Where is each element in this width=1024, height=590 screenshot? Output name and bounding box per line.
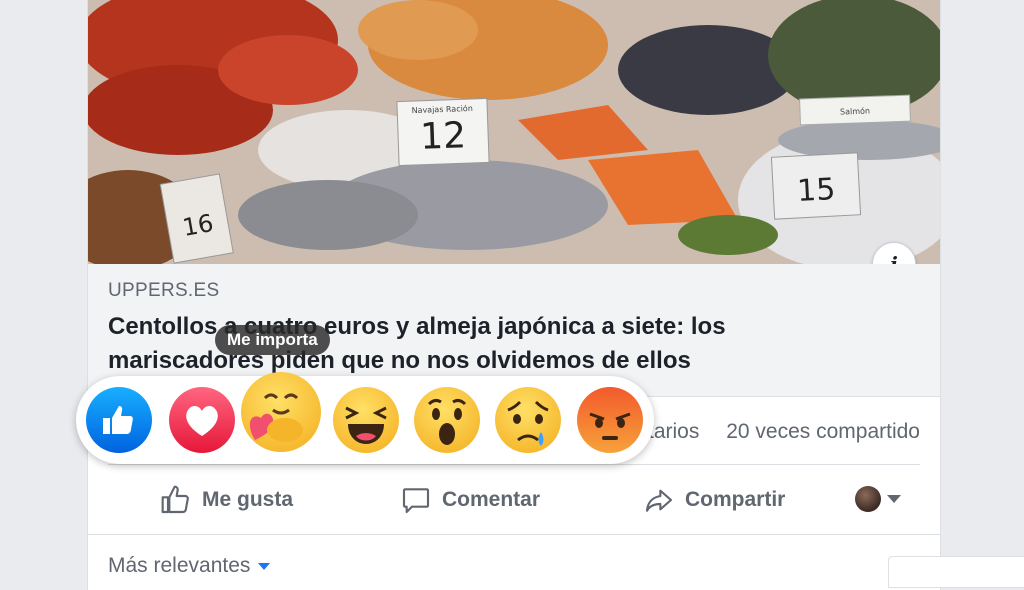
angry-reaction-icon[interactable] bbox=[576, 386, 644, 454]
link-domain: UPPERS.ES bbox=[108, 280, 220, 301]
shares-count[interactable]: 20 veces compartido bbox=[726, 420, 920, 444]
price-tag-16: 16 bbox=[180, 209, 215, 242]
chevron-down-icon bbox=[887, 495, 901, 503]
thumbs-up-icon bbox=[160, 484, 192, 516]
like-label: Me gusta bbox=[202, 488, 294, 511]
speech-bubble-icon bbox=[400, 484, 432, 516]
post-actions: Me gusta Comentar Compartir bbox=[88, 478, 940, 522]
reaction-identity-selector[interactable] bbox=[855, 486, 901, 512]
reactions-picker bbox=[76, 372, 654, 464]
reaction-tooltip: Me importa bbox=[215, 325, 330, 355]
love-reaction-icon[interactable] bbox=[168, 386, 236, 454]
seafood-market-photo: 12 Navajas Ración 15 16 Salmón bbox=[88, 0, 940, 264]
comment-sort-label: Más relevantes bbox=[108, 554, 251, 577]
care-reaction-icon[interactable] bbox=[239, 370, 323, 454]
divider bbox=[108, 464, 920, 465]
like-button[interactable]: Me gusta bbox=[160, 478, 293, 522]
post-link-image[interactable]: 12 Navajas Ración 15 16 Salmón i bbox=[88, 0, 940, 264]
caret-down-icon bbox=[258, 562, 271, 570]
avatar bbox=[855, 486, 881, 512]
side-panel-edge bbox=[888, 556, 1024, 588]
price-tag-15: 15 bbox=[796, 172, 836, 209]
price-tag-12: 12 bbox=[420, 115, 467, 158]
sad-reaction-icon[interactable] bbox=[494, 386, 562, 454]
wow-reaction-icon[interactable] bbox=[413, 386, 481, 454]
comments-count[interactable]: tarios bbox=[648, 420, 699, 444]
haha-reaction-icon[interactable] bbox=[332, 386, 400, 454]
comment-label: Comentar bbox=[442, 488, 541, 511]
share-arrow-icon bbox=[643, 484, 675, 516]
share-label: Compartir bbox=[685, 488, 786, 511]
share-button[interactable]: Compartir bbox=[643, 478, 785, 522]
divider bbox=[88, 534, 940, 535]
like-reaction-icon[interactable] bbox=[85, 386, 153, 454]
feed-post-card: 12 Navajas Ración 15 16 Salmón i UPPERS.… bbox=[87, 0, 941, 590]
comment-sort-dropdown[interactable]: Más relevantes bbox=[108, 554, 271, 578]
price-tag-label-salmon: Salmón bbox=[840, 106, 870, 117]
comment-button[interactable]: Comentar bbox=[400, 478, 540, 522]
